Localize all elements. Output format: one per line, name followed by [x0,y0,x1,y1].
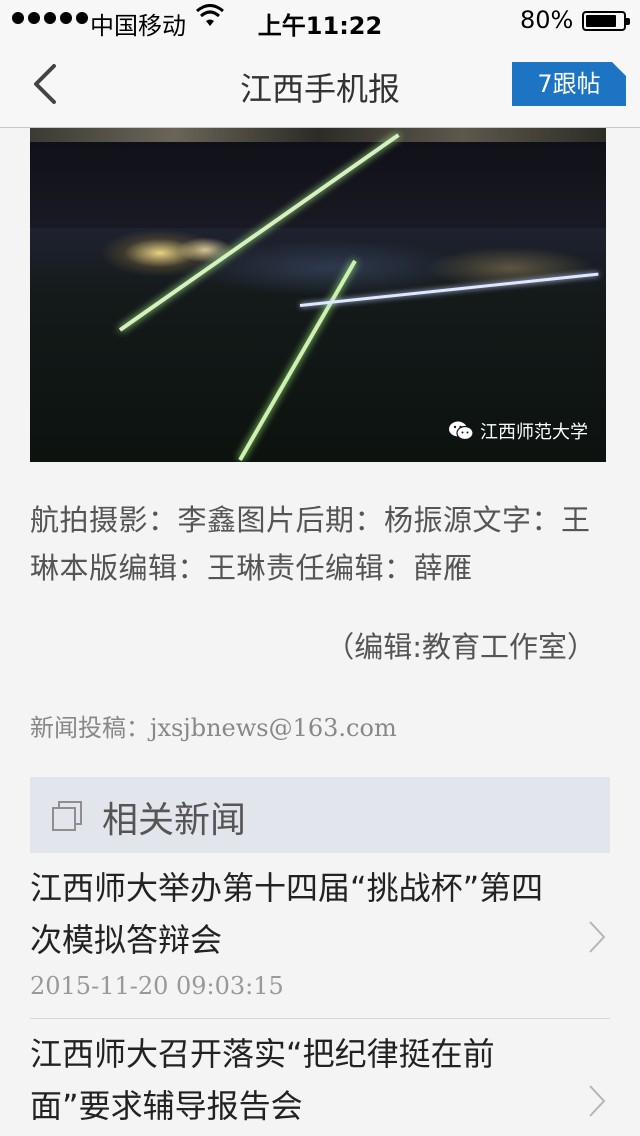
submission-email: 新闻投稿：jxsjbnews@163.com [30,714,397,742]
list-item[interactable]: 江西师大召开落实“把纪律挺在前面”要求辅导报告会 [30,1028,610,1132]
article-credits: 航拍摄影：李鑫图片后期：杨振源文字：王琳本版编辑：王琳责任编辑：薛雁 [30,503,591,585]
copy-icon [52,801,82,831]
news-headline: 江西师大举办第十四届“挑战杯”第四次模拟答辩会 [30,869,544,959]
battery-percentage: 80% [520,6,574,34]
article-editor: （编辑:教育工作室） [325,630,596,664]
news-date: 2015-11-20 09:03:15 [30,972,284,1000]
divider [30,1018,610,1019]
photo-watermark: 江西师范大学 [448,418,588,444]
wechat-icon [448,420,474,442]
related-news-title: 相关新闻 [102,800,247,841]
news-headline: 江西师大召开落实“把纪律挺在前面”要求辅导报告会 [30,1035,495,1125]
watermark-text: 江西师范大学 [480,422,588,443]
article-photo[interactable]: 江西师范大学 [30,128,606,462]
list-item[interactable]: 江西师大举办第十四届“挑战杯”第四次模拟答辩会 2015-11-20 09:03… [30,862,610,1000]
comments-button[interactable]: 7跟帖 [512,62,626,106]
chevron-right-icon [589,921,606,953]
battery-icon [582,11,630,31]
related-news-header: 相关新闻 [30,777,610,853]
status-bar: 中国移动 上午11:22 80% [0,0,640,40]
comments-button-label: 7跟帖 [537,70,601,98]
chevron-right-icon [589,1085,606,1117]
navigation-bar: 江西手机报 7跟帖 [0,40,640,128]
